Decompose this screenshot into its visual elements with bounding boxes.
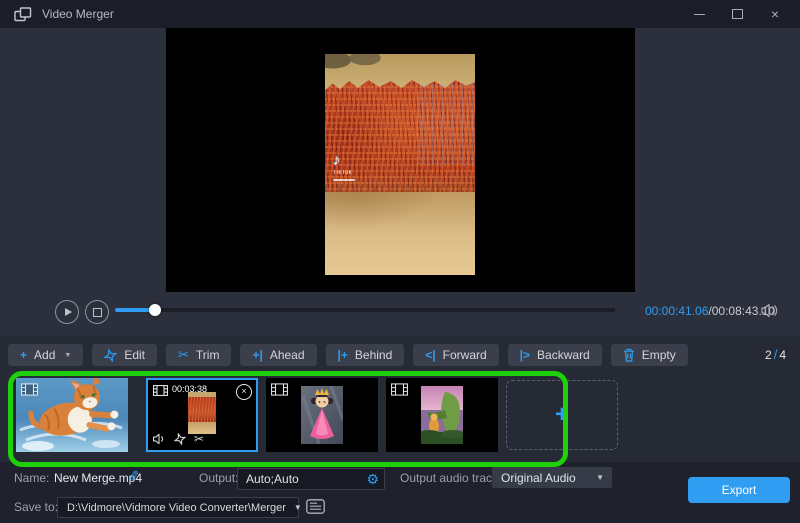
star-edit-icon (104, 349, 117, 362)
timeline-clip-princess[interactable] (266, 378, 378, 452)
tiktok-watermark: ♪ TikTok (333, 152, 355, 181)
forward-button[interactable]: <| Forward (413, 344, 498, 366)
folder-icon (306, 499, 325, 514)
name-label: Name: (14, 471, 49, 485)
audio-track-label: Output audio track: (400, 471, 501, 485)
output-settings-button[interactable]: ⚙ (366, 472, 384, 486)
audio-track-select[interactable]: Original Audio ▼ (492, 467, 612, 488)
minimize-button[interactable] (692, 7, 706, 21)
behind-button[interactable]: |+ Behind (326, 344, 405, 366)
flower-mini-thumbnail (188, 392, 216, 434)
video-merger-window: Video Merger × ♪ TikTok 00 (0, 0, 800, 523)
title-bar: Video Merger × (0, 0, 800, 28)
add-label: Add (34, 348, 55, 362)
output-value: Auto;Auto (238, 472, 299, 486)
output-format-box[interactable]: Auto;Auto ⚙ (237, 468, 385, 490)
minimize-icon (694, 14, 705, 15)
chevron-down-icon: ▼ (596, 473, 612, 482)
mini-flowers (188, 397, 216, 422)
save-to-label: Save to: (14, 500, 58, 514)
video-trees (325, 54, 395, 80)
princess-thumbnail (301, 386, 343, 444)
timeline-panel: + Add ▼ Edit ✂ Trim +| Ahead |+ Behind (0, 336, 800, 462)
plus-icon: + (20, 348, 27, 362)
window-controls: × (692, 7, 800, 21)
film-icon (153, 385, 168, 396)
gear-icon: ⚙ (366, 471, 379, 487)
film-icon (21, 383, 38, 396)
close-icon: × (771, 7, 779, 21)
time-display: 00:00:41.06/00:08:43.10 (645, 304, 775, 318)
timeline-clip-flowers-selected[interactable]: 00:03:38 × ✂ (146, 378, 258, 452)
seek-progress (115, 308, 155, 312)
move-backward-icon: |> (520, 348, 530, 362)
export-button[interactable]: Export (688, 477, 790, 503)
remove-clip-button[interactable]: × (236, 384, 252, 400)
timeline-clip-monster[interactable] (386, 378, 498, 452)
seek-slider[interactable] (115, 308, 615, 312)
audio-track-value: Original Audio (492, 471, 576, 485)
video-preview-area: ♪ TikTok (166, 28, 635, 292)
video-speckle (417, 84, 475, 164)
backward-label: Backward (537, 348, 590, 362)
video-frame: ♪ TikTok (325, 54, 475, 275)
toolbar: + Add ▼ Edit ✂ Trim +| Ahead |+ Behind (8, 344, 688, 366)
insert-ahead-icon: +| (252, 348, 262, 362)
chevron-down-icon: ▼ (64, 352, 71, 359)
save-path-value: D:\Vidmore\Vidmore Video Converter\Merge… (58, 502, 286, 514)
play-button[interactable] (55, 300, 79, 324)
window-title: Video Merger (42, 7, 114, 21)
forward-label: Forward (443, 348, 487, 362)
speaker-icon (760, 303, 778, 318)
close-icon: × (241, 386, 246, 396)
behind-label: Behind (355, 348, 392, 362)
add-button[interactable]: + Add ▼ (8, 344, 83, 366)
merger-icon (14, 7, 32, 22)
clip-counter: 2/4 (765, 347, 786, 362)
clip-audio-button[interactable] (152, 433, 166, 445)
export-label: Export (722, 483, 757, 497)
film-icon (271, 383, 288, 396)
tiktok-watermark-text: TikTok (333, 170, 355, 176)
plus-icon: + (555, 403, 569, 427)
current-time: 00:00:41.06 (645, 304, 708, 318)
play-icon (65, 308, 72, 316)
video-sand-path (325, 192, 475, 275)
maximize-icon (732, 9, 743, 19)
output-label: Output: (199, 471, 238, 485)
clip-edit-button[interactable] (174, 433, 186, 445)
monster-thumbnail (421, 386, 463, 444)
stop-icon (93, 308, 102, 317)
add-clip-placeholder[interactable]: + (506, 380, 618, 450)
maximize-button[interactable] (730, 7, 744, 21)
ahead-label: Ahead (270, 348, 305, 362)
save-path-select[interactable]: D:\Vidmore\Vidmore Video Converter\Merge… (57, 497, 299, 518)
insert-behind-icon: |+ (338, 348, 348, 362)
move-forward-icon: <| (425, 348, 435, 362)
volume-button[interactable] (760, 303, 778, 318)
seek-thumb[interactable] (149, 304, 161, 316)
counter-current: 2 (765, 348, 772, 362)
empty-button[interactable]: Empty (611, 344, 688, 366)
counter-total: 4 (779, 348, 786, 362)
clip-trim-button[interactable]: ✂ (194, 432, 204, 446)
stop-button[interactable] (85, 300, 109, 324)
trash-icon (623, 348, 635, 362)
tiktok-note-icon: ♪ (333, 152, 355, 169)
backward-button[interactable]: |> Backward (508, 344, 602, 366)
trim-button[interactable]: ✂ Trim (166, 344, 231, 366)
film-icon (391, 383, 408, 396)
clip-action-icons: ✂ (152, 432, 204, 446)
timeline-clip-cat[interactable] (16, 378, 128, 452)
scissors-icon: ✂ (178, 347, 189, 363)
pencil-icon: ✎ (127, 467, 141, 485)
edit-button[interactable]: Edit (92, 344, 157, 366)
ahead-button[interactable]: +| Ahead (240, 344, 316, 366)
edit-label: Edit (124, 348, 145, 362)
open-folder-button[interactable] (306, 499, 325, 514)
tiktok-handle-scribble (333, 179, 355, 181)
trim-label: Trim (196, 348, 220, 362)
close-button[interactable]: × (768, 7, 782, 21)
empty-label: Empty (642, 348, 676, 362)
